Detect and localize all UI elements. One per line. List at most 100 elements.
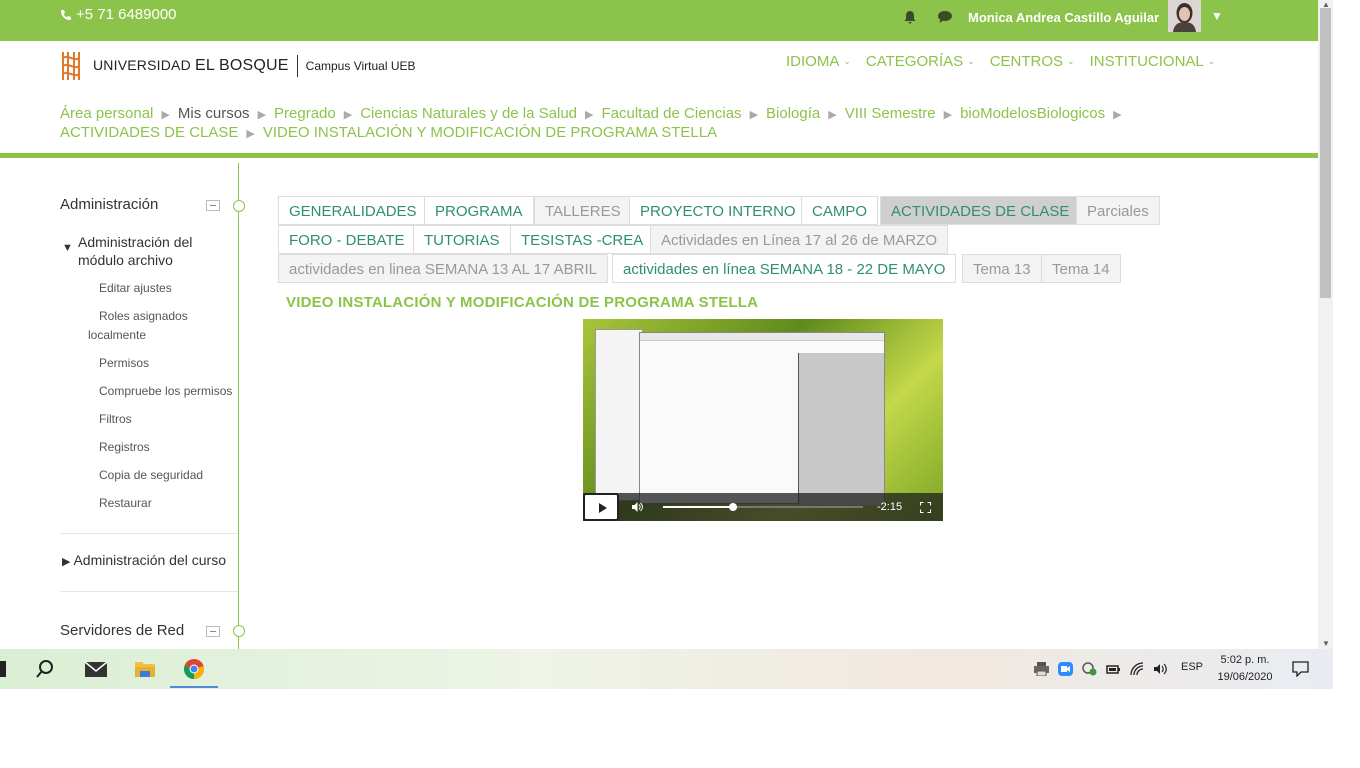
chrome-icon[interactable] [183,658,205,680]
tab-parciales[interactable]: Parciales [1076,196,1160,225]
breadcrumb-item[interactable]: bioModelosBiologicos [960,105,1105,122]
expanded-triangle-icon: ▼ [62,242,73,254]
collapse-icon[interactable] [206,626,220,637]
breadcrumb-item[interactable]: ACTIVIDADES DE CLASE [60,124,238,141]
tab-actividades-abril[interactable]: actividades en linea SEMANA 13 AL 17 ABR… [278,254,608,283]
mail-icon[interactable] [84,659,108,679]
course-admin-node[interactable]: ▶ Administración del curso [62,551,226,571]
printer-icon[interactable] [1034,662,1049,676]
active-app-indicator [170,686,218,688]
speaker-icon[interactable] [1153,662,1168,676]
start-windows-icon[interactable] [0,661,6,677]
sidebar-item-compruebe-permisos[interactable]: Compruebe los permisos [99,382,232,401]
tab-tema-13[interactable]: Tema 13 [962,254,1042,283]
tab-actividades-mayo[interactable]: actividades en línea SEMANA 18 - 22 DE M… [612,254,957,283]
nav-label: CATEGORÍAS [865,53,964,70]
tab-talleres[interactable]: TALLERES [534,196,632,225]
breadcrumb-item[interactable]: VIII Semestre [845,105,936,122]
page-scrollbar[interactable]: ▲ ▼ [1318,0,1333,649]
sidebar: Administración ▼ Administración del módu… [0,163,245,649]
file-explorer-icon[interactable] [134,659,156,679]
sidebar-item-copia-seguridad[interactable]: Copia de seguridad [99,466,203,485]
nav-institucional[interactable]: INSTITUCIONAL ⌄ [1090,53,1216,70]
tab-programa[interactable]: PROGRAMA [424,196,534,225]
tab-tema-14[interactable]: Tema 14 [1041,254,1121,283]
sidebar-item-permisos[interactable]: Permisos [99,354,149,373]
breadcrumb-item[interactable]: Ciencias Naturales y de la Salud [360,105,577,122]
breadcrumb-item[interactable]: Área personal [60,105,153,122]
search-icon[interactable] [35,659,55,679]
tab-campo[interactable]: CAMPO [801,196,879,225]
tab-actividades-marzo[interactable]: Actividades en Línea 17 al 26 de MARZO [650,225,948,254]
sidebar-item-editar-ajustes[interactable]: Editar ajustes [99,279,172,298]
course-admin-label: Administración del curso [73,552,226,568]
breadcrumb-item[interactable]: Facultad de Ciencias [601,105,741,122]
notifications-bell-icon[interactable] [902,9,918,25]
nav-centros[interactable]: CENTROS ⌄ [990,53,1075,70]
breadcrumb-item[interactable]: Pregrado [274,105,336,122]
admin-block-title: Administración [60,196,159,213]
tab-actividades-de-clase[interactable]: ACTIVIDADES DE CLASE [880,196,1081,225]
battery-icon[interactable] [1106,662,1121,676]
nav-label: CENTROS [989,53,1064,70]
scroll-thumb[interactable] [1320,8,1331,298]
breadcrumb-separator-icon: ▶ [257,109,267,121]
tab-generalidades[interactable]: GENERALIDADES [278,196,428,225]
messages-chat-icon[interactable] [937,10,953,24]
block-dock-icon[interactable] [233,200,245,212]
windows-taskbar: ESP 5:02 p. m. 19/06/2020 [0,649,1333,689]
servers-block-title: Servidores de Red [60,622,185,639]
video-frame-window [595,329,643,501]
breadcrumb-separator-icon: ▶ [1113,109,1122,121]
sync-status-icon[interactable] [1082,662,1097,676]
sidebar-item-restaurar[interactable]: Restaurar [99,494,152,513]
nav-idioma[interactable]: IDIOMA ⌄ [786,53,851,70]
action-center-icon[interactable] [1292,661,1309,677]
taskbar-clock[interactable]: 5:02 p. m. 19/06/2020 [1214,652,1276,686]
user-avatar[interactable] [1168,0,1201,32]
nav-categorias[interactable]: CATEGORÍAS ⌄ [866,53,975,70]
breadcrumb-item[interactable]: Biología [766,105,820,122]
tab-tesistas-crea[interactable]: TESISTAS -CREA [510,225,655,254]
chevron-down-icon: ⌄ [1207,56,1216,66]
module-admin-node[interactable]: ▼ Administración del módulo archivo [62,233,212,269]
user-menu-caret-icon[interactable]: ▼ [1211,9,1223,23]
university-main-name: EL BOSQUE [194,57,289,74]
video-progress-handle[interactable] [729,503,737,511]
site-logo[interactable]: UNIVERSIDAD EL BOSQUE Campus Virtual UEB [60,50,416,82]
zoom-icon[interactable] [1058,662,1073,676]
collapse-icon[interactable] [206,200,220,211]
breadcrumb-item[interactable]: VIDEO INSTALACIÓN Y MODIFICACIÓN DE PROG… [263,124,717,141]
tab-proyecto-interno[interactable]: PROYECTO INTERNO [629,196,807,225]
video-player[interactable]: -2:15 [583,319,943,521]
university-prefix: UNIVERSIDAD [93,57,191,73]
breadcrumb-separator-icon: ▶ [828,109,837,121]
play-button[interactable] [583,493,619,521]
tab-foro-debate[interactable]: FORO - DEBATE [278,225,416,254]
breadcrumb-item: Mis cursos [177,105,250,122]
sidebar-item-filtros[interactable]: Filtros [99,410,132,429]
video-progress-track[interactable] [663,503,863,511]
sidebar-item-roles[interactable]: Roles asignados localmente [88,307,218,345]
chevron-down-icon: ⌄ [1067,56,1075,66]
input-language[interactable]: ESP [1181,661,1203,673]
breadcrumb-separator-icon: ▶ [749,109,759,121]
university-logo-icon [62,52,80,80]
wifi-icon[interactable] [1130,662,1145,676]
chevron-down-icon: ⌄ [967,56,975,66]
tab-tutorias[interactable]: TUTORIAS [413,225,511,254]
module-admin-label: Administración del módulo archivo [78,234,193,268]
main-navigation: IDIOMA ⌄ CATEGORÍAS ⌄ CENTROS ⌄ INSTITUCION… [786,53,1215,70]
clock-time: 5:02 p. m. [1220,654,1270,666]
user-name[interactable]: Monica Andrea Castillo Aguilar [968,10,1159,25]
scroll-down-icon[interactable]: ▼ [1322,639,1330,648]
sidebar-item-registros[interactable]: Registros [99,438,150,457]
phone-contact: +5 71 6489000 [60,6,177,23]
video-frame-window [639,332,885,505]
block-dock-icon[interactable] [233,625,245,637]
top-bar: +5 71 6489000 Monica Andrea Castillo Agu… [0,0,1318,41]
fullscreen-icon[interactable] [920,502,931,513]
volume-icon[interactable] [631,501,643,513]
phone-number: +5 71 6489000 [76,6,177,23]
breadcrumb-separator-icon: ▶ [161,109,170,121]
